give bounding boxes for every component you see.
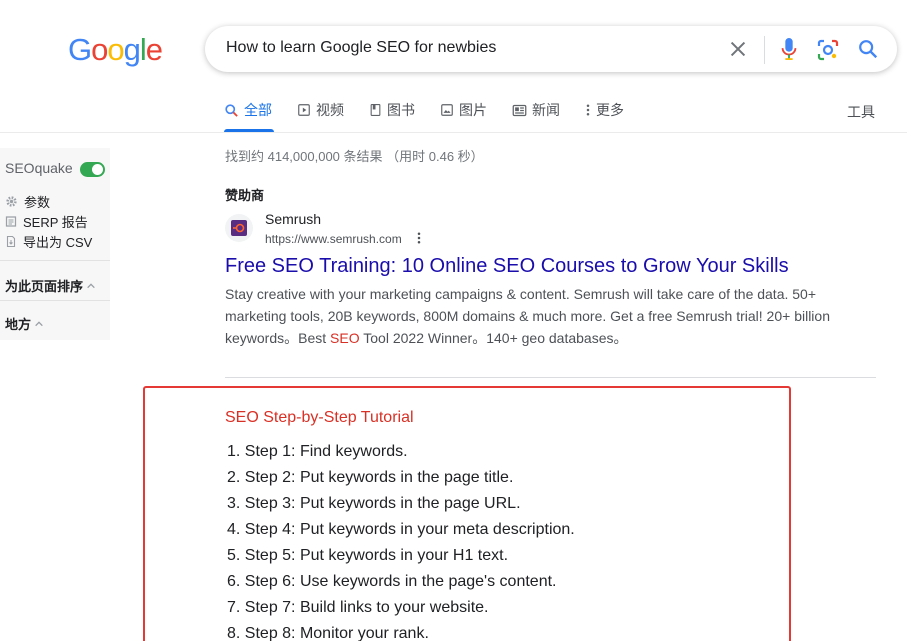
logo-letter: o [91,32,108,67]
gear-icon [6,196,17,207]
seoquake-item-label: 参数 [24,195,51,210]
tab-videos[interactable]: 视频 [297,96,344,124]
list-item: 7. Step 7: Build links to your website. [227,599,489,616]
search-input[interactable]: How to learn Google SEO for newbies [226,39,496,57]
seoquake-section-label: 地方 [5,317,32,332]
list-item: 5. Step 5: Put keywords in your H1 text. [227,547,509,564]
seoquake-serp-report-link[interactable]: SERP 报告 [5,212,88,231]
tab-label: 图书 [387,102,415,118]
video-icon [298,104,310,116]
search-tabs: 全部 视频 图书 图片 新闻 更多 [224,96,649,132]
image-icon [441,104,453,116]
list-item: 2. Step 2: Put keywords in the page titl… [227,469,514,486]
list-item: 6. Step 6: Use keywords in the page's co… [227,573,557,590]
report-icon [5,216,17,227]
chevron-up-icon [35,320,43,326]
tab-books[interactable]: 图书 [369,96,415,124]
step-text: Step 3: Put keywords in the page URL. [244,495,521,512]
seoquake-item-label: SERP 报告 [23,215,88,230]
tab-label: 全部 [244,102,272,118]
tab-all[interactable]: 全部 [224,96,274,132]
seoquake-panel: SEOquake 参数 SERP 报告 导出为 CSV 为此页面排序 地方 [0,148,110,340]
chevron-up-icon [87,282,95,288]
search-icon [225,103,238,117]
tab-label: 新闻 [532,102,560,118]
ad-description-highlight: SEO [330,330,360,346]
search-divider [764,36,765,64]
google-logo[interactable]: Google [68,32,163,68]
search-icon[interactable] [857,38,879,60]
step-text: Step 6: Use keywords in the page's conte… [244,573,557,590]
seoquake-export-csv-link[interactable]: 导出为 CSV [5,232,92,251]
logo-letter: o [107,32,124,67]
logo-letter: e [145,32,163,67]
camera-lens-icon[interactable] [816,38,840,62]
step-text: Step 4: Put keywords in your meta descri… [244,521,575,538]
list-item: 3. Step 3: Put keywords in the page URL. [227,495,521,512]
semrush-favicon[interactable] [225,214,253,242]
ad-display-url[interactable]: https://www.semrush.com [265,232,402,246]
ad-title-link[interactable]: Free SEO Training: 10 Online SEO Courses… [225,255,789,278]
close-icon[interactable] [727,38,749,60]
tools-button[interactable]: 工具 [847,102,875,122]
more-vert-icon [586,104,590,116]
snippet-title: SEO Step-by-Step Tutorial [225,409,414,426]
search-box[interactable]: How to learn Google SEO for newbies [205,26,897,72]
header-divider [0,132,907,133]
seoquake-params-link[interactable]: 参数 [5,192,50,211]
snippet-step-list: 1. Step 1: Find keywords. 2. Step 2: Put… [227,441,575,641]
seoquake-title: SEOquake [5,160,73,176]
seoquake-sort-section[interactable]: 为此页面排序 [5,276,96,295]
step-text: Step 8: Monitor your rank. [244,625,429,641]
logo-letter: G [68,32,92,67]
list-item: 4. Step 4: Put keywords in your meta des… [227,521,575,538]
result-stats: 找到约 414,000,000 条结果 （用时 0.46 秒） [225,149,484,164]
tab-news[interactable]: 新闻 [512,96,560,124]
step-text: Step 7: Build links to your website. [244,599,489,616]
ad-site-name[interactable]: Semrush [265,211,321,227]
semrush-logo-icon [231,220,247,236]
step-text: Step 1: Find keywords. [244,443,408,460]
seoquake-divider [0,300,110,301]
tab-label: 视频 [316,102,344,118]
seoquake-local-section[interactable]: 地方 [5,314,44,333]
tab-images[interactable]: 图片 [440,96,487,124]
seoquake-divider [0,260,110,261]
ad-description-text: Tool 2022 Winner。140+ geo databases。 [359,330,628,346]
tab-label: 图片 [459,102,487,118]
list-item: 1. Step 1: Find keywords. [227,443,408,460]
seoquake-toggle[interactable] [80,162,105,177]
tab-label: 更多 [596,102,624,118]
microphone-icon[interactable] [778,36,800,62]
tab-more[interactable]: 更多 [585,96,624,124]
seoquake-item-label: 导出为 CSV [23,235,93,250]
export-icon [6,235,16,248]
news-icon [512,104,527,116]
logo-letter: g [123,32,141,67]
seoquake-section-label: 为此页面排序 [5,279,84,294]
result-divider [225,377,876,378]
list-item: 8. Step 8: Monitor your rank. [227,625,429,641]
step-text: Step 5: Put keywords in your H1 text. [244,547,509,564]
step-text: Step 2: Put keywords in the page title. [244,469,514,486]
book-icon [370,104,381,116]
ad-description: Stay creative with your marketing campai… [225,283,835,349]
more-vert-icon[interactable] [414,231,424,245]
sponsored-label: 赞助商 [225,188,265,203]
